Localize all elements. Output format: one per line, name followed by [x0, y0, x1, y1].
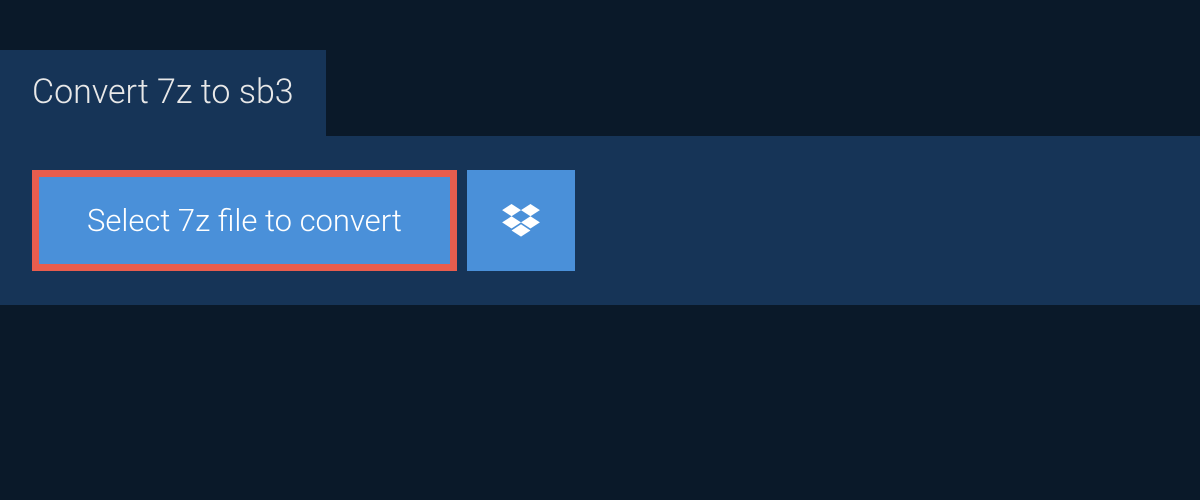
- page-title-tab: Convert 7z to sb3: [0, 50, 326, 136]
- select-file-label: Select 7z file to convert: [87, 205, 402, 236]
- page-title: Convert 7z to sb3: [32, 72, 294, 112]
- select-file-button[interactable]: Select 7z file to convert: [32, 170, 457, 271]
- button-row: Select 7z file to convert: [32, 170, 1168, 271]
- upload-panel: Select 7z file to convert: [0, 136, 1200, 305]
- dropbox-button[interactable]: [467, 170, 575, 271]
- dropbox-icon: [502, 204, 540, 238]
